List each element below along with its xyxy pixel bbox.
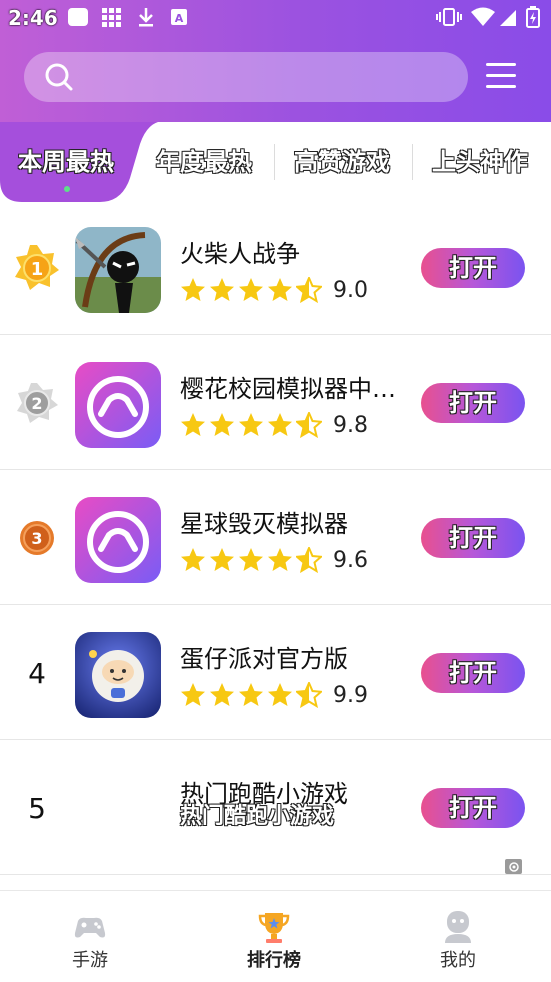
open-button[interactable]: 打开 — [421, 248, 525, 288]
half-star-icon — [296, 412, 322, 438]
status-time: 2:46 — [8, 6, 58, 30]
wifi-icon — [471, 7, 495, 26]
open-button[interactable]: 打开 — [421, 383, 525, 423]
rating-score: 9.9 — [333, 682, 368, 708]
nav-label: 我的 — [440, 950, 476, 971]
rating-stars: 9.8 — [180, 411, 368, 439]
tab-divider — [274, 144, 275, 180]
tab-most-liked[interactable]: 高赞游戏 — [294, 142, 390, 177]
silver-medal-icon: 2 — [17, 383, 58, 423]
star-icon — [181, 548, 205, 571]
nav-mobile-games[interactable]: 手游 — [30, 891, 150, 982]
open-button[interactable]: 打开 — [421, 653, 525, 693]
rating-score: 9.6 — [333, 547, 368, 573]
app-icon-eggy-party[interactable] — [75, 632, 161, 718]
app-name: 蛋仔派对官方版 — [180, 645, 348, 673]
star-icon — [181, 413, 205, 436]
app-name: 火柴人战争 — [180, 240, 300, 268]
search-icon — [45, 63, 73, 91]
star-icon — [210, 413, 234, 436]
tab-divider — [412, 144, 413, 180]
nav-leaderboard[interactable]: 排行榜 — [214, 891, 334, 982]
half-star-icon — [296, 547, 322, 573]
star-icon — [210, 683, 234, 706]
active-tab-indicator — [64, 186, 70, 192]
notification-app-icon — [68, 8, 88, 26]
star-icon — [239, 548, 263, 571]
star-icon — [239, 413, 263, 436]
app-icon-stick-war[interactable] — [75, 227, 161, 313]
menu-icon[interactable] — [486, 63, 516, 89]
signal-icon — [500, 10, 516, 26]
profile-icon — [445, 911, 471, 943]
app-icon-gamepad[interactable] — [75, 497, 161, 583]
open-button[interactable]: 打开 — [421, 788, 525, 828]
bottom-navigation: 手游 排行榜 我的 — [0, 890, 551, 982]
star-icon — [239, 278, 263, 301]
star-icon — [268, 278, 292, 301]
rating-score: 9.8 — [333, 412, 368, 438]
rating-stars: 9.0 — [180, 276, 368, 304]
star-icon — [210, 548, 234, 571]
rank-number: 5 — [28, 792, 46, 825]
star-icon — [268, 413, 292, 436]
rank-number: 4 — [28, 657, 46, 690]
list-item[interactable]: 2 樱花校园模拟器中… 9.8 打开 — [0, 335, 551, 470]
keyboard-a-icon: A — [171, 9, 187, 25]
open-button[interactable]: 打开 — [421, 518, 525, 558]
app-icon-gamepad[interactable] — [75, 362, 161, 448]
tab-year-hottest[interactable]: 年度最热 — [156, 142, 252, 177]
rank-number: 3 — [31, 529, 42, 548]
half-star-icon — [296, 682, 322, 708]
nav-profile[interactable]: 我的 — [398, 891, 518, 982]
vibrate-icon — [436, 8, 462, 26]
rating-score: 9.0 — [333, 277, 368, 303]
list-item[interactable]: 5 热门跑酷小游戏 热门酷跑小游戏 打开 — [0, 740, 551, 875]
list-item[interactable]: 1 火柴人战争 9.0 打开 — [0, 200, 551, 335]
status-bar: 2:46 A — [0, 0, 551, 36]
list-item[interactable]: 4 蛋仔派对官方版 9.9 打开 — [0, 605, 551, 740]
trophy-icon — [258, 913, 290, 943]
nav-label: 手游 — [72, 950, 108, 971]
star-icon — [181, 278, 205, 301]
star-icon — [210, 278, 234, 301]
app-subtitle: 热门酷跑小游戏 — [180, 804, 335, 829]
list-item[interactable]: 3 星球毁灭模拟器 9.6 打开 — [0, 470, 551, 605]
app-name: 樱花校园模拟器中… — [180, 375, 396, 403]
grid-notification-icon — [102, 8, 121, 27]
app-name: 星球毁灭模拟器 — [180, 510, 348, 538]
download-icon — [139, 8, 153, 27]
tab-addictive-masterpieces[interactable]: 上头神作 — [432, 142, 528, 177]
ad-badge-icon[interactable] — [505, 859, 522, 874]
gold-medal-icon: 1 — [15, 245, 59, 290]
star-icon — [268, 548, 292, 571]
nav-label: 排行榜 — [247, 950, 301, 971]
rating-stars: 9.6 — [180, 546, 368, 574]
bronze-medal-icon: 3 — [20, 521, 54, 555]
svg-text:A: A — [175, 12, 184, 25]
search-bar[interactable] — [24, 52, 468, 102]
battery-charging-icon — [526, 6, 540, 28]
rating-stars: 9.9 — [180, 681, 368, 709]
gamepad-icon — [74, 917, 106, 938]
rank-number: 2 — [31, 394, 42, 413]
rank-number: 1 — [31, 259, 44, 280]
tab-this-week-hottest[interactable]: 本周最热 — [18, 142, 114, 177]
star-icon — [268, 683, 292, 706]
star-icon — [181, 683, 205, 706]
star-icon — [239, 683, 263, 706]
half-star-icon — [296, 277, 322, 303]
